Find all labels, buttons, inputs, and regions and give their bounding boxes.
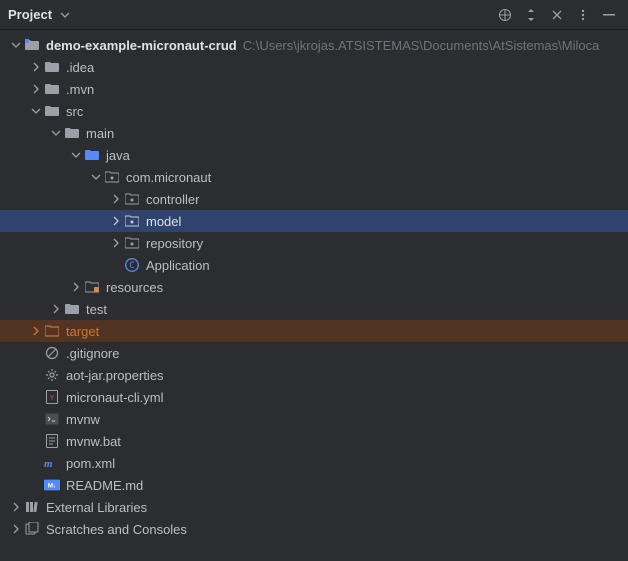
folder-icon <box>44 103 60 119</box>
scratches-icon <box>24 521 40 537</box>
module-folder-icon <box>24 37 40 53</box>
node-label: mvnw <box>66 412 100 427</box>
tree-node-scratches[interactable]: Scratches and Consoles <box>0 518 628 540</box>
tree-node-root[interactable]: demo-example-micronaut-crud C:\Users\jkr… <box>0 34 628 56</box>
chevron-down-icon[interactable] <box>88 169 104 185</box>
node-label: com.micronaut <box>126 170 211 185</box>
project-tree: demo-example-micronaut-crud C:\Users\jkr… <box>0 30 628 540</box>
markdown-icon: M↓ <box>44 477 60 493</box>
tree-node-controller[interactable]: controller <box>0 188 628 210</box>
panel-title: Project <box>8 7 52 22</box>
node-label: External Libraries <box>46 500 147 515</box>
svg-text:C: C <box>129 261 134 271</box>
select-opened-file-button[interactable] <box>494 4 516 26</box>
node-label: controller <box>146 192 199 207</box>
expand-all-button[interactable] <box>520 4 542 26</box>
node-label: resources <box>106 280 163 295</box>
tree-node-repository[interactable]: repository <box>0 232 628 254</box>
package-icon <box>124 191 140 207</box>
node-label: model <box>146 214 181 229</box>
chevron-right-icon[interactable] <box>8 521 24 537</box>
node-label: mvnw.bat <box>66 434 121 449</box>
tree-node-src[interactable]: src <box>0 100 628 122</box>
tree-node-aot[interactable]: aot-jar.properties <box>0 364 628 386</box>
chevron-right-icon[interactable] <box>28 81 44 97</box>
project-view-selector[interactable]: Project <box>8 7 79 23</box>
tree-node-pom[interactable]: m pom.xml <box>0 452 628 474</box>
tree-node-cli[interactable]: Y micronaut-cli.yml <box>0 386 628 408</box>
tree-node-model[interactable]: model <box>0 210 628 232</box>
tree-node-external-libraries[interactable]: External Libraries <box>0 496 628 518</box>
tree-node-mvnwbat[interactable]: mvnw.bat <box>0 430 628 452</box>
node-label: README.md <box>66 478 143 493</box>
tree-node-resources[interactable]: resources <box>0 276 628 298</box>
node-label: src <box>66 104 83 119</box>
node-label: main <box>86 126 114 141</box>
tree-node-readme[interactable]: M↓ README.md <box>0 474 628 496</box>
folder-icon <box>44 81 60 97</box>
chevron-down-icon[interactable] <box>48 125 64 141</box>
package-icon <box>124 235 140 251</box>
svg-text:m: m <box>44 458 53 470</box>
node-label: pom.xml <box>66 456 115 471</box>
node-label: .mvn <box>66 82 94 97</box>
chevron-right-icon[interactable] <box>108 213 124 229</box>
text-file-icon <box>44 433 60 449</box>
chevron-right-icon[interactable] <box>108 191 124 207</box>
node-label: micronaut-cli.yml <box>66 390 164 405</box>
collapse-all-button[interactable] <box>546 4 568 26</box>
tree-node-gitignore[interactable]: .gitignore <box>0 342 628 364</box>
yaml-file-icon: Y <box>44 389 60 405</box>
chevron-down-icon[interactable] <box>28 103 44 119</box>
node-label: .idea <box>66 60 94 75</box>
tree-node-mvnw[interactable]: mvnw <box>0 408 628 430</box>
chevron-down-icon[interactable] <box>68 147 84 163</box>
node-label: Scratches and Consoles <box>46 522 187 537</box>
project-panel-header: Project <box>0 0 628 30</box>
folder-icon <box>64 125 80 141</box>
chevron-right-icon[interactable] <box>28 323 44 339</box>
excluded-folder-icon <box>44 323 60 339</box>
node-label: demo-example-micronaut-crud <box>46 38 237 53</box>
package-icon <box>124 213 140 229</box>
chevron-down-icon <box>57 7 73 23</box>
svg-text:Y: Y <box>50 394 55 402</box>
tree-node-application[interactable]: C Application <box>0 254 628 276</box>
node-label: aot-jar.properties <box>66 368 164 383</box>
class-icon: C <box>124 257 140 273</box>
resources-folder-icon <box>84 279 100 295</box>
folder-icon <box>64 301 80 317</box>
tree-node-package[interactable]: com.micronaut <box>0 166 628 188</box>
options-menu-button[interactable] <box>572 4 594 26</box>
node-label: Application <box>146 258 210 273</box>
node-label: java <box>106 148 130 163</box>
tree-node-test[interactable]: test <box>0 298 628 320</box>
node-path-hint: C:\Users\jkrojas.ATSISTEMAS\Documents\At… <box>243 38 600 53</box>
chevron-right-icon[interactable] <box>8 499 24 515</box>
tree-node-target[interactable]: target <box>0 320 628 342</box>
node-label: .gitignore <box>66 346 119 361</box>
shell-file-icon <box>44 411 60 427</box>
hide-panel-button[interactable] <box>598 4 620 26</box>
tree-node-mvn[interactable]: .mvn <box>0 78 628 100</box>
tree-node-idea[interactable]: .idea <box>0 56 628 78</box>
chevron-right-icon[interactable] <box>108 235 124 251</box>
maven-icon: m <box>44 455 60 471</box>
tree-node-java[interactable]: java <box>0 144 628 166</box>
svg-text:M↓: M↓ <box>48 483 56 490</box>
chevron-down-icon[interactable] <box>8 37 24 53</box>
node-label: test <box>86 302 107 317</box>
chevron-right-icon[interactable] <box>48 301 64 317</box>
node-label: target <box>66 324 99 339</box>
package-icon <box>104 169 120 185</box>
folder-icon <box>44 59 60 75</box>
ignore-file-icon <box>44 345 60 361</box>
tree-node-main[interactable]: main <box>0 122 628 144</box>
library-icon <box>24 499 40 515</box>
chevron-right-icon[interactable] <box>68 279 84 295</box>
node-label: repository <box>146 236 203 251</box>
chevron-right-icon[interactable] <box>28 59 44 75</box>
gear-icon <box>44 367 60 383</box>
source-folder-icon <box>84 147 100 163</box>
